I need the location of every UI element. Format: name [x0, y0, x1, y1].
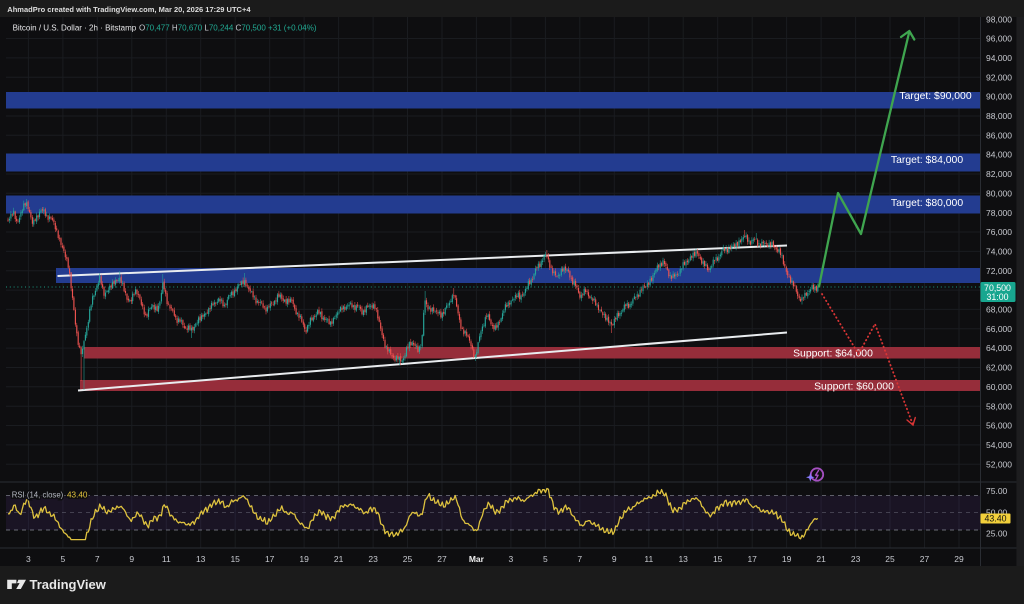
svg-text:21: 21: [816, 554, 826, 564]
svg-text:RSI (14, close): RSI (14, close): [12, 490, 64, 499]
svg-text:29: 29: [954, 554, 964, 564]
svg-text:Target: $80,000: Target: $80,000: [891, 198, 963, 209]
svg-text:80,000: 80,000: [986, 188, 1012, 198]
svg-text:98,000: 98,000: [986, 14, 1012, 24]
svg-text:52,000: 52,000: [986, 459, 1012, 469]
svg-text:31:00: 31:00: [986, 292, 1008, 302]
svg-text:27: 27: [437, 554, 447, 564]
svg-text:66,000: 66,000: [986, 324, 1012, 334]
svg-text:11: 11: [162, 554, 171, 564]
svg-text:25: 25: [885, 554, 895, 564]
svg-text:84,000: 84,000: [986, 150, 1012, 160]
svg-text:5: 5: [543, 554, 548, 564]
svg-text:11: 11: [644, 554, 653, 564]
svg-text:5: 5: [61, 554, 66, 564]
svg-text:90,000: 90,000: [986, 92, 1012, 102]
svg-text:75.00: 75.00: [986, 486, 1008, 496]
svg-text:68,000: 68,000: [986, 305, 1012, 315]
svg-text:Support: $60,000: Support: $60,000: [814, 381, 894, 392]
svg-text:92,000: 92,000: [986, 72, 1012, 82]
svg-text:88,000: 88,000: [986, 111, 1012, 121]
svg-text:94,000: 94,000: [986, 53, 1012, 63]
svg-text:19: 19: [782, 554, 792, 564]
svg-text:78,000: 78,000: [986, 208, 1012, 218]
svg-text:Target: $84,000: Target: $84,000: [891, 155, 963, 166]
svg-text:74,000: 74,000: [986, 247, 1012, 257]
svg-text:7: 7: [95, 554, 100, 564]
svg-text:9: 9: [129, 554, 134, 564]
svg-text:58,000: 58,000: [986, 401, 1012, 411]
svg-text:13: 13: [678, 554, 688, 564]
svg-text:62,000: 62,000: [986, 363, 1012, 373]
svg-text:76,000: 76,000: [986, 227, 1012, 237]
svg-text:Target: $90,000: Target: $90,000: [899, 91, 971, 102]
svg-text:96,000: 96,000: [986, 34, 1012, 44]
svg-text:7: 7: [577, 554, 582, 564]
svg-text:43.40: 43.40: [984, 513, 1006, 523]
svg-text:Bitcoin / U.S. Dollar · 2h · B: Bitcoin / U.S. Dollar · 2h · Bitstamp: [13, 24, 137, 33]
svg-text:O70,477 H70,670 L70,244 C70: O70,477 H70,670 L70,244 C70,500 +31 (+0.…: [139, 24, 317, 33]
svg-text:27: 27: [920, 554, 930, 564]
svg-text:43.40: 43.40: [67, 490, 88, 499]
svg-text:15: 15: [713, 554, 723, 564]
svg-text:9: 9: [612, 554, 617, 564]
svg-text:21: 21: [334, 554, 344, 564]
svg-text:54,000: 54,000: [986, 440, 1012, 450]
svg-text:TradingView: TradingView: [30, 577, 107, 592]
svg-text:64,000: 64,000: [986, 343, 1012, 353]
svg-text:72,000: 72,000: [986, 266, 1012, 276]
svg-text:3: 3: [509, 554, 514, 564]
svg-text:19: 19: [299, 554, 309, 564]
svg-text:13: 13: [196, 554, 206, 564]
svg-text:23: 23: [851, 554, 861, 564]
svg-text:82,000: 82,000: [986, 169, 1012, 179]
svg-text:56,000: 56,000: [986, 421, 1012, 431]
svg-text:AhmadPro created with TradingV: AhmadPro created with TradingView.com, M…: [7, 5, 251, 14]
svg-text:23: 23: [368, 554, 378, 564]
svg-text:17: 17: [265, 554, 275, 564]
svg-text:25: 25: [403, 554, 413, 564]
svg-text:86,000: 86,000: [986, 130, 1012, 140]
svg-text:60,000: 60,000: [986, 382, 1012, 392]
svg-text:3: 3: [26, 554, 31, 564]
svg-text:25.00: 25.00: [986, 529, 1008, 539]
svg-text:17: 17: [747, 554, 757, 564]
svg-text:15: 15: [230, 554, 240, 564]
svg-text:Mar: Mar: [469, 554, 485, 564]
